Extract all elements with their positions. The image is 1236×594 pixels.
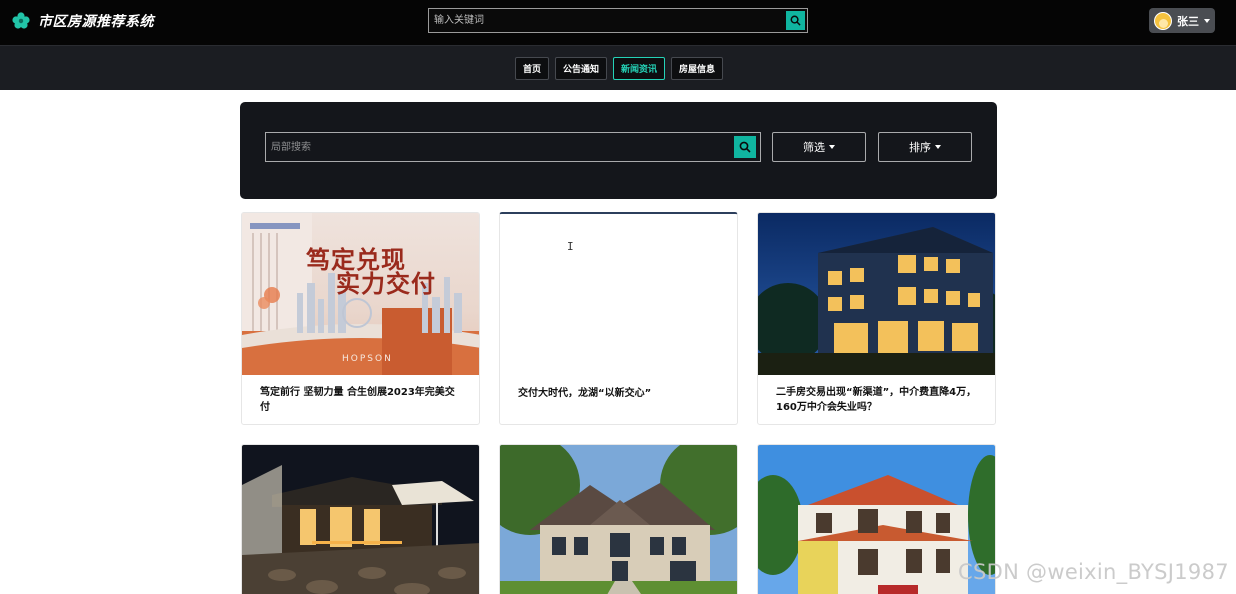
news-image-courtyard — [242, 445, 479, 594]
news-image-text: 实力交付 — [336, 270, 436, 298]
news-card[interactable] — [241, 444, 480, 594]
nav-item-announcements[interactable]: 公告通知 — [555, 57, 608, 80]
local-search — [265, 132, 761, 162]
news-card-title[interactable]: 二手房交易出现“新渠道”，中介费直降4万，160万中介会失业吗？ — [758, 375, 995, 415]
caret-down-icon — [1204, 18, 1210, 23]
news-image-brand: HOPSON — [342, 354, 393, 364]
filter-label: 筛选 — [803, 141, 825, 154]
top-bar: 市区房源推荐系统 张三 — [0, 0, 1236, 45]
news-card-image-blank — [500, 214, 737, 376]
text-cursor-icon: I — [567, 240, 574, 253]
news-card-image — [500, 445, 737, 594]
search-icon — [790, 15, 801, 26]
app-title: 市区房源推荐系统 — [38, 14, 154, 30]
user-name: 张三 — [1177, 14, 1199, 28]
news-card[interactable]: 笃定兑现 实力交付 HOPSON 笃定前行 坚韧力量 合生创展2023年完美交付 — [241, 212, 480, 425]
caret-down-icon — [935, 145, 941, 149]
news-card[interactable] — [499, 444, 738, 594]
news-card-title[interactable]: 交付大时代，龙湖“以新交心” — [500, 376, 737, 401]
news-card[interactable]: 交付大时代，龙湖“以新交心” — [499, 212, 738, 425]
caret-down-icon — [829, 145, 835, 149]
brand-logo-icon — [12, 12, 30, 29]
watermark: CSDN @weixin_BYSJ1987 — [958, 560, 1229, 584]
news-image-villa — [500, 445, 737, 594]
news-card[interactable]: 二手房交易出现“新渠道”，中介费直降4万，160万中介会失业吗？ — [757, 212, 996, 425]
news-card-image — [758, 213, 995, 375]
search-icon — [739, 141, 751, 153]
news-image-building — [758, 213, 995, 375]
main-nav: 首页 公告通知 新闻资讯 房屋信息 — [515, 57, 724, 80]
filter-dropdown[interactable]: 筛选 — [772, 132, 866, 162]
news-card-image — [242, 445, 479, 594]
global-search — [428, 8, 808, 33]
news-card-image: 笃定兑现 实力交付 HOPSON — [242, 213, 479, 375]
avatar — [1154, 11, 1172, 30]
global-search-input[interactable] — [429, 9, 785, 32]
user-menu[interactable]: 张三 — [1149, 8, 1215, 33]
news-card-title[interactable]: 笃定前行 坚韧力量 合生创展2023年完美交付 — [242, 375, 479, 415]
nav-item-houses[interactable]: 房屋信息 — [671, 57, 724, 80]
filter-panel: 筛选 排序 — [240, 102, 997, 199]
brand[interactable]: 市区房源推荐系统 — [12, 11, 154, 31]
global-search-button[interactable] — [786, 11, 805, 30]
sort-label: 排序 — [909, 141, 931, 154]
nav-item-news[interactable]: 新闻资讯 — [613, 57, 666, 80]
local-search-button[interactable] — [734, 136, 756, 158]
sort-dropdown[interactable]: 排序 — [878, 132, 972, 162]
local-search-input[interactable] — [266, 133, 732, 161]
nav-item-home[interactable]: 首页 — [515, 57, 550, 80]
nav-bar: 首页 公告通知 新闻资讯 房屋信息 — [0, 45, 1236, 90]
